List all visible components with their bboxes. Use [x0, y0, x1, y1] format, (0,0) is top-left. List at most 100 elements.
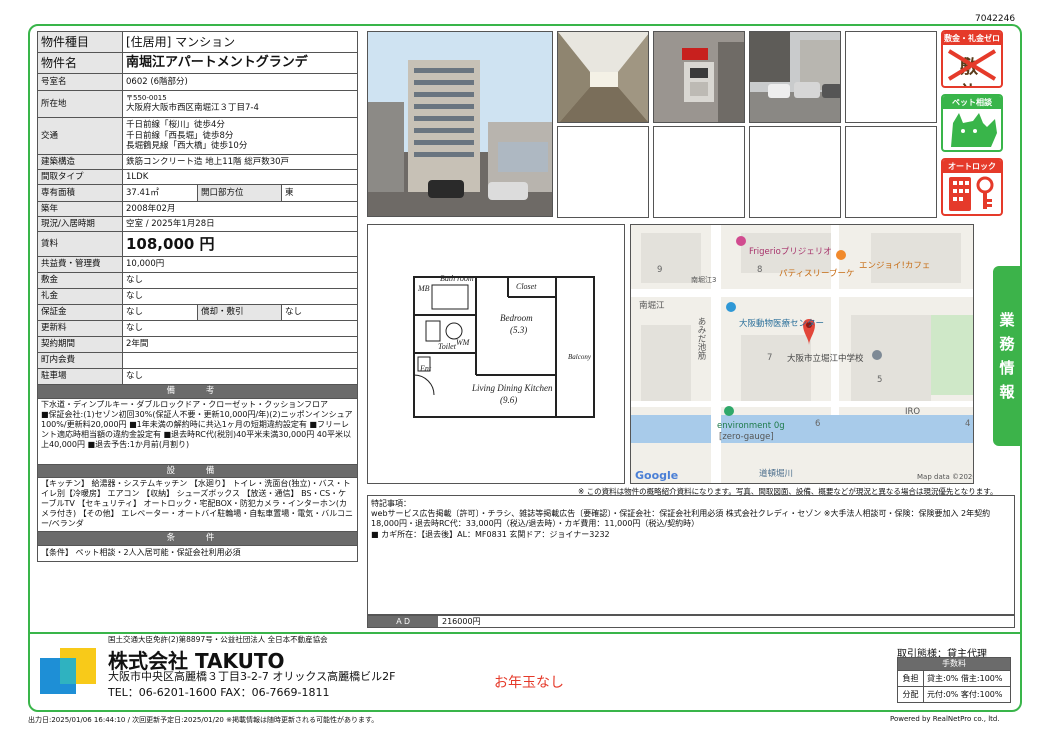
renewal-fee: なし [121, 320, 359, 337]
zip-code: 〒550-0015 [126, 94, 167, 103]
deposit: なし [121, 272, 359, 289]
property-type: [住居用] マンション [121, 31, 359, 53]
spec-key: 敷金 [37, 272, 123, 289]
fee-row: 分配 元付:0% 客付:100% [898, 686, 1010, 703]
spec-key: 賃料 [37, 231, 123, 257]
ad-value: 216000円 [442, 617, 481, 626]
floorplan-label: (5.3) [510, 325, 527, 335]
map-label: パティスリーブーケ [779, 269, 855, 279]
photo-placeholder [749, 126, 841, 218]
floorplan-label: (9.6) [500, 395, 517, 405]
floorplan-label: Closet [516, 282, 537, 291]
facilities-title: 設 備 [36, 463, 359, 479]
map-block-number: 7 [767, 353, 773, 363]
corridor-photo [557, 31, 649, 123]
map-label: 大阪動物医療センター [739, 319, 825, 329]
business-info-tab[interactable]: 業 務 情 報 [993, 266, 1021, 446]
spec-key: 駐車場 [37, 368, 123, 385]
zero-deposit-badge: 敷金・礼金ゼロ 敷 礼 [941, 30, 1003, 88]
conditions-text: 【条件】 ペット相談・2人入居可能・保証会社利用必須 [36, 544, 359, 562]
map-label: IRO [905, 407, 921, 417]
pet-badge: ペット相談 [941, 94, 1003, 152]
intercom-photo [653, 31, 745, 123]
structure: 鉄筋コンクリート造 地上11階 総戸数30戸 [121, 154, 359, 170]
map-block-number: 5 [877, 375, 883, 385]
photo-placeholder [557, 126, 649, 218]
spec-key: 間取タイプ [37, 169, 123, 185]
fee-value: 貸主:0% 借主:100% [927, 674, 1003, 683]
side-tab-char: 情 [999, 359, 1015, 377]
lock-icon [949, 176, 994, 211]
town-fee [121, 352, 359, 369]
map-label: Frigerioプリジェリオ [749, 247, 832, 257]
autolock-badge: オートロック [941, 158, 1003, 216]
fee-row: 負担 貸主:0% 借主:100% [898, 670, 1010, 687]
fee-header: 手数料 [898, 658, 1010, 670]
company-tel: TEL：06-6201-1600 FAX：06-7669-1811 [108, 686, 330, 699]
photo-placeholder [653, 126, 745, 218]
spec-key: 町内会費 [37, 352, 123, 369]
map-label: [zero-gauge] [719, 432, 774, 442]
notes-title: 特記事項： [371, 499, 411, 508]
status: 空室 / 2025年1月28日 [121, 216, 359, 232]
spec-key: 交通 [37, 117, 123, 155]
layout-type: 1LDK [121, 169, 359, 185]
floorplan: MB Bath room Closet WM Bedroom (5.3) Toi… [367, 224, 625, 484]
spec-key: 建築構造 [37, 154, 123, 170]
spec-table: 物件種目 [住居用] マンション 物件名 南堀江アパートメントグランデ 号室名 060… [36, 31, 359, 562]
special-notes: 特記事項： webサービス広告掲載〔許可〕・チラシ、雑誌等掲載広告〔要確認〕・保… [367, 495, 1015, 615]
ad-row: ＡＤ 216000円 [367, 615, 1015, 628]
map-label: 南堀江 [639, 301, 665, 311]
spec-key: 開口部方位 [197, 184, 282, 202]
spec-key: 物件種目 [37, 31, 123, 53]
map-label: エンジョイ!カフェ [859, 261, 931, 271]
floorplan-label: Bedroom [500, 313, 533, 323]
map-block-number: 8 [757, 265, 763, 275]
map-label: 南堀江3 [691, 276, 717, 284]
side-tab-char: 報 [999, 383, 1015, 401]
spec-key: 共益費・管理費 [37, 256, 123, 273]
orientation: 東 [280, 184, 359, 202]
notes-text: webサービス広告掲載〔許可〕・チラシ、雑誌等掲載広告〔要確認〕・保証会社：保証… [371, 509, 991, 539]
built-date: 2008年02月 [121, 201, 359, 217]
remarks-title: 備 考 [36, 384, 359, 399]
access-line: 千日前線「西長堀」徒歩8分 [126, 130, 234, 141]
ad-label: ＡＤ [368, 616, 438, 627]
spec-key: 物件名 [37, 52, 123, 74]
map-block-number: 6 [815, 419, 821, 429]
fee-value: 元付:0% 客付:100% [927, 690, 1003, 699]
spec-key: 号室名 [37, 73, 123, 91]
company-address: 大阪市中央区高麗橋３丁目3-2-7 オリックス高麗橋ビル2F [108, 670, 396, 683]
photo-placeholder [845, 31, 937, 123]
address: 大阪府大阪市西区南堀江３丁目7-4 [126, 103, 259, 114]
room-number: 0602 (6階部分) [121, 73, 359, 91]
property-name: 南堀江アパートメントグランデ [121, 52, 359, 74]
spec-key: 償却・敷引 [197, 304, 282, 321]
floorplan-label: Ent [419, 364, 432, 373]
badge-label: ペット相談 [943, 96, 1001, 109]
rent: 108,000 円 [121, 231, 359, 257]
access-line: 千日前線「桜川」徒歩4分 [126, 120, 225, 131]
parking-photo [749, 31, 841, 123]
location-map[interactable]: Frigerioプリジェリオ パティスリーブーケ エンジョイ!カフェ 南堀江 大… [630, 224, 974, 484]
floorplan-label: MB [417, 284, 430, 293]
document-id: 7042246 [975, 14, 1016, 24]
conditions-title: 条 件 [36, 531, 359, 546]
fee-key: 負担 [898, 670, 924, 687]
cross-icon [947, 49, 997, 81]
map-label: 大阪市立堀江中学校 [787, 354, 864, 364]
floorplan-label: Toilet [438, 342, 457, 351]
photo-placeholder [845, 126, 937, 218]
spec-key: 礼金 [37, 288, 123, 305]
promo-text: お年玉なし [494, 675, 564, 691]
floor-area: 37.41㎡ [122, 184, 198, 202]
fee-key: 分配 [898, 686, 924, 703]
company-logo [40, 648, 96, 694]
map-label: あみだ池筋 [696, 317, 706, 360]
google-logo: Google [635, 469, 679, 482]
spec-key: 築年 [37, 201, 123, 217]
floorplan-label: WM [456, 338, 471, 347]
access-line: 長堀鶴見線「西大橋」徒歩10分 [126, 141, 248, 152]
amortization: なし [280, 304, 359, 321]
map-credit: Map data ©2020 [917, 473, 974, 481]
